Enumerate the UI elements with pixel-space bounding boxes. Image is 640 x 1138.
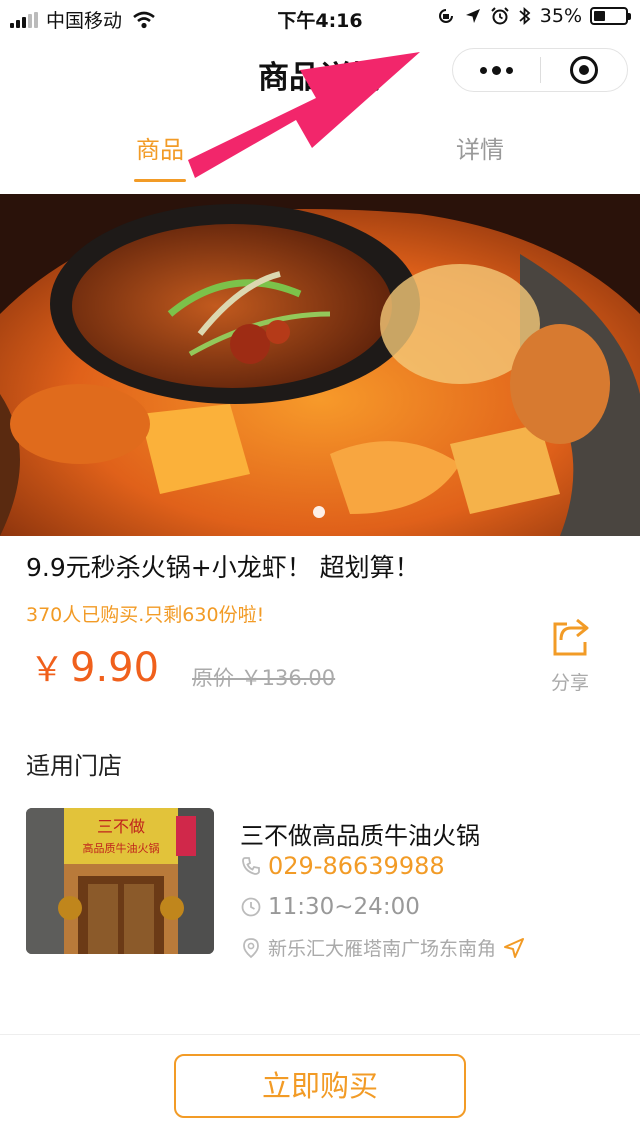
product-title: 9.9元秒杀火锅+小龙虾！ 超划算！: [26, 553, 420, 582]
orientation-lock-icon: [438, 9, 453, 23]
phone-icon: [242, 857, 260, 875]
tab-product-label: 商品: [136, 136, 184, 164]
status-right: 35%: [436, 5, 631, 27]
original-price: 原价 ￥136.00: [192, 666, 336, 690]
location-icon: [465, 9, 480, 23]
close-button[interactable]: [541, 49, 628, 91]
store-sign-subtext: 高品质牛油火锅: [83, 841, 160, 855]
alarm-icon: [491, 7, 509, 25]
navigate-icon[interactable]: [502, 936, 526, 960]
clock-icon: [241, 897, 261, 917]
battery-icon: [590, 7, 631, 25]
store-address[interactable]: 新乐汇大雁塔南广场东南角: [240, 934, 526, 961]
share-label: 分享: [550, 672, 589, 694]
share-button[interactable]: 分享: [540, 616, 600, 695]
stores-section-title: 适用门店: [26, 752, 122, 780]
current-price: ￥ 9.90: [30, 642, 159, 691]
tab-active-indicator: [134, 179, 186, 182]
bottom-divider: [0, 1034, 640, 1035]
share-icon: [553, 618, 589, 656]
map-pin-icon: [243, 937, 259, 958]
store-card[interactable]: 三不做 高品质牛油火锅 三不做高品质牛油火锅 029-86639988 11:3…: [26, 808, 626, 961]
more-dots-icon: [479, 65, 513, 75]
store-hours: 11:30~24:00: [240, 894, 420, 920]
battery-level: [594, 11, 605, 21]
buy-now-button[interactable]: 立即购买: [174, 1054, 466, 1118]
product-image-carousel[interactable]: [0, 194, 640, 536]
more-button[interactable]: [453, 49, 540, 91]
mini-program-capsule: [452, 48, 628, 92]
store-photo: 三不做 高品质牛油火锅: [26, 808, 214, 954]
product-detail-page: 中国移动 下午4:16 35% 商品详情 商品 详情 9.9元秒杀火锅+小龙虾！…: [0, 0, 640, 1138]
tab-details[interactable]: 详情: [320, 106, 640, 190]
hotpot-image: [0, 194, 640, 536]
tab-details-label: 详情: [456, 136, 504, 164]
status-bar: 中国移动 下午4:16 35%: [0, 0, 640, 34]
phone-number: 029-86639988: [268, 852, 445, 880]
carousel-indicator-dot[interactable]: [313, 506, 325, 518]
price-value: 9.90: [70, 645, 160, 691]
address-text: 新乐汇大雁塔南广场东南角: [268, 938, 497, 960]
store-name: 三不做高品质牛油火锅: [240, 822, 480, 850]
currency-symbol: ￥: [30, 650, 64, 690]
store-phone[interactable]: 029-86639988: [240, 852, 445, 880]
tab-bar: 商品 详情: [0, 106, 640, 190]
hours-text: 11:30~24:00: [268, 894, 420, 920]
target-circle-icon: [569, 56, 598, 84]
bluetooth-icon: [519, 6, 531, 26]
battery-percent: 35%: [539, 5, 582, 27]
sales-info: 370人已购买.只剩630份啦!: [26, 604, 265, 626]
store-sign-text: 三不做: [97, 817, 145, 836]
nav-bar: 商品详情: [0, 34, 640, 106]
tab-product[interactable]: 商品: [0, 106, 320, 190]
